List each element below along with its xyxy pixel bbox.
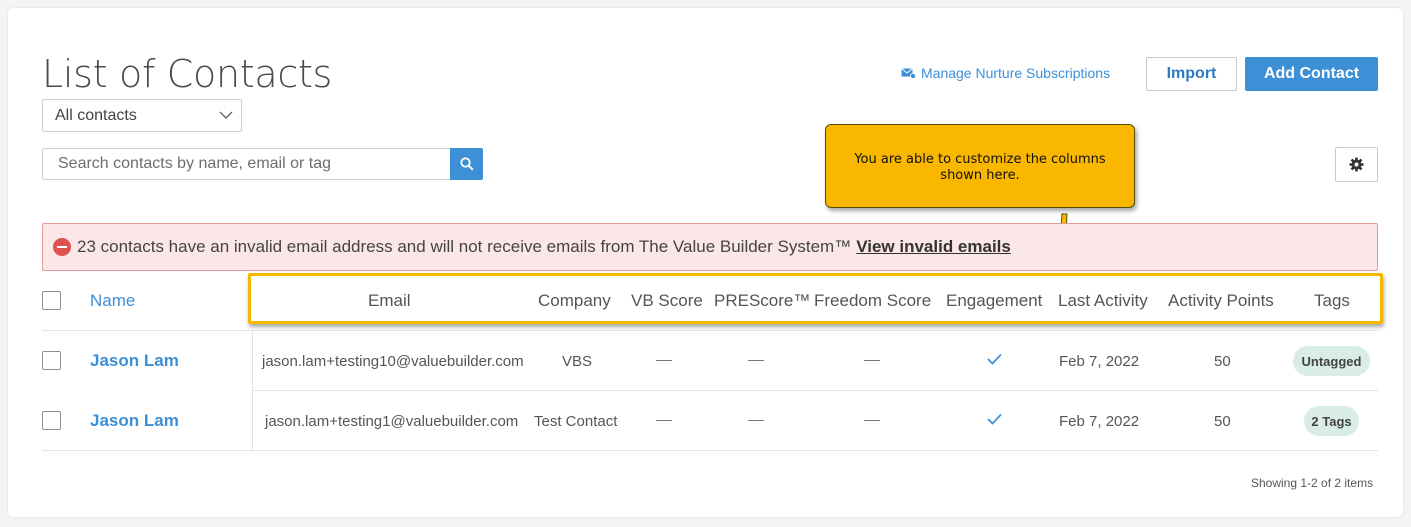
last-activity-date: Feb 7, 2022 [1059,353,1140,370]
check-icon [987,353,1002,365]
last-activity-date: Feb 7, 2022 [1059,413,1140,430]
row-checkbox[interactable] [42,351,61,370]
customize-columns-callout: You are able to customize the columns sh… [825,124,1135,208]
tag-badge[interactable]: Untagged [1293,346,1370,376]
search-button[interactable] [450,148,483,180]
mail-settings-icon [901,68,916,79]
check-icon [987,413,1002,425]
gear-icon [1349,157,1364,172]
activity-points-value: 50 [1214,353,1231,370]
contact-company: Test Contact [534,413,618,430]
table-row[interactable]: Jason Lam jason.lam+testing10@valuebuild… [8,331,1403,390]
invalid-email-alert: 23 contacts have an invalid email addres… [42,223,1378,271]
vb-score-empty [656,420,672,421]
select-all-checkbox[interactable] [42,291,61,310]
column-settings-button[interactable] [1335,147,1378,182]
prescore-empty [748,420,764,421]
freedom-score-empty [864,420,880,421]
tag-badge[interactable]: 2 Tags [1304,406,1359,436]
row-divider [42,450,1378,451]
error-icon [53,238,71,256]
manage-nurture-link[interactable]: Manage Nurture Subscriptions [901,65,1110,81]
chevron-down-icon [219,111,233,119]
contact-name-link[interactable]: Jason Lam [90,351,179,371]
add-contact-button[interactable]: Add Contact [1245,57,1378,91]
pagination-summary: Showing 1-2 of 2 items [1251,476,1374,490]
column-header-name[interactable]: Name [90,291,135,311]
contact-name-link[interactable]: Jason Lam [90,411,179,431]
search-input[interactable] [42,148,451,180]
contacts-filter-select[interactable]: All contacts [42,99,242,132]
table-row[interactable]: Jason Lam jason.lam+testing1@valuebuilde… [8,391,1403,450]
page-title: List of Contacts [42,52,333,96]
filter-selected-value: All contacts [55,106,137,124]
contact-email: jason.lam+testing1@valuebuilder.com [265,413,519,430]
view-invalid-emails-link[interactable]: View invalid emails [856,237,1011,257]
contacts-card: List of Contacts All contacts Manage Nur… [8,8,1403,517]
contact-company: VBS [562,353,593,370]
manage-nurture-label: Manage Nurture Subscriptions [921,65,1111,81]
prescore-empty [748,360,764,361]
vb-score-empty [656,360,672,361]
alert-message: 23 contacts have an invalid email addres… [77,237,852,256]
row-checkbox[interactable] [42,411,61,430]
contact-email: jason.lam+testing10@valuebuilder.com [262,353,524,370]
import-button[interactable]: Import [1146,57,1237,91]
search-icon [459,157,474,171]
activity-points-value: 50 [1214,413,1231,430]
columns-highlight-box [248,273,1383,324]
freedom-score-empty [864,360,880,361]
